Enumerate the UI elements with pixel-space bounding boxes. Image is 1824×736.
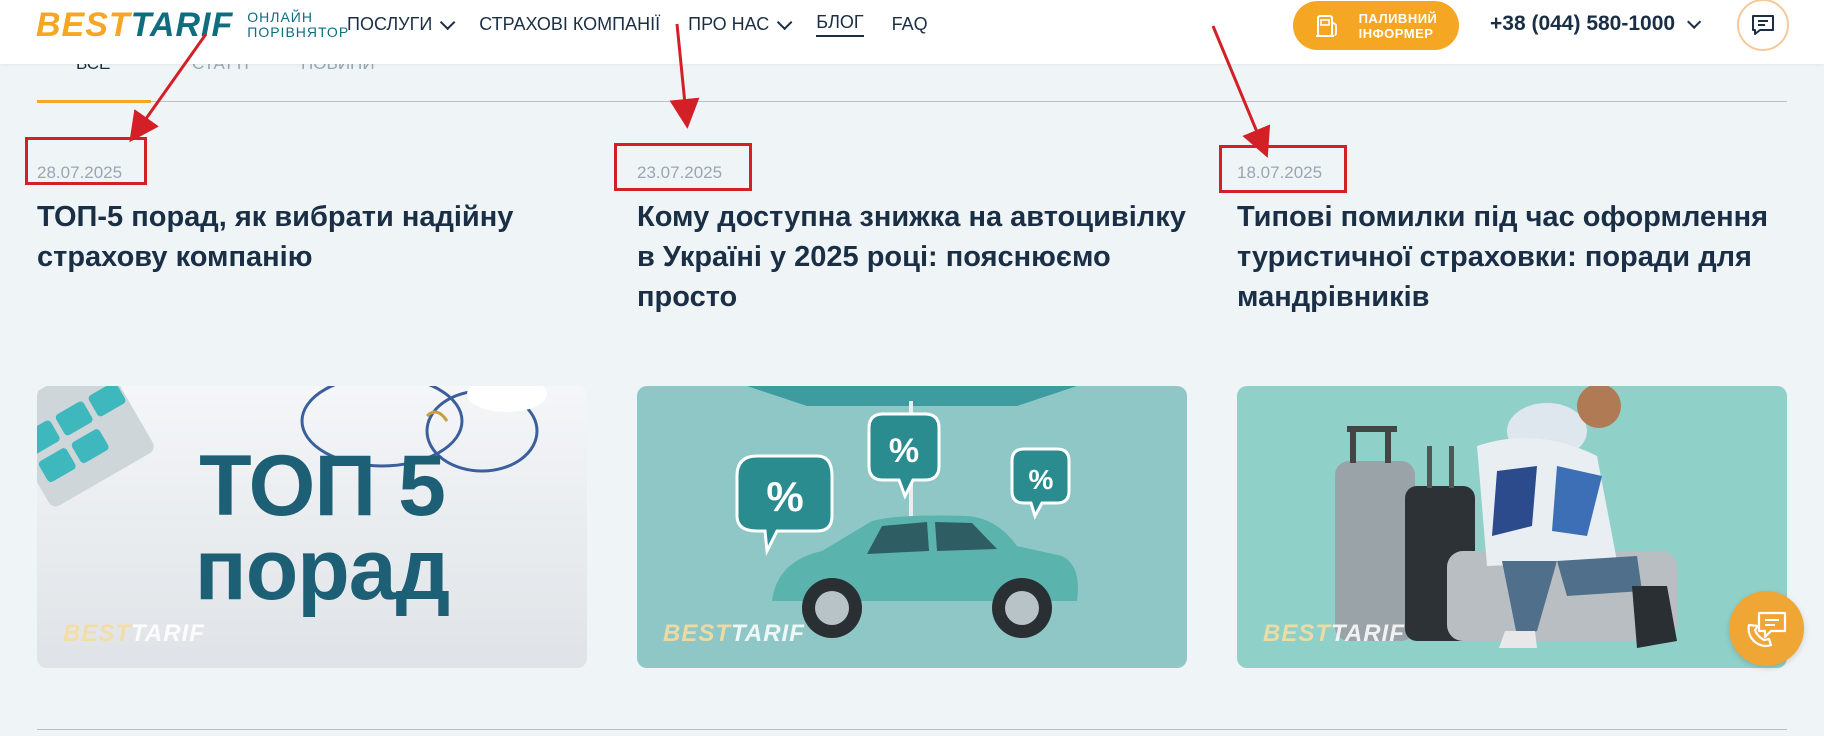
image-watermark: BESTTARIF [663, 620, 805, 648]
logo-wordmark: BESTTARIF [36, 6, 233, 45]
callback-chat-button[interactable] [1729, 591, 1804, 666]
nav-item-label: ПРО НАС [688, 14, 770, 34]
watermark-best: BEST [663, 620, 732, 647]
logo[interactable]: BESTTARIF ОНЛАЙН ПОРІВНЯТОР [36, 2, 349, 48]
nav-item-label: СТРАХОВІ КОМПАНІЇ [479, 14, 661, 34]
chevron-down-icon [777, 14, 793, 31]
article-date: 18.07.2025 [1237, 163, 1323, 182]
watermark-tarif: TARIF [731, 620, 805, 647]
main-nav: ПОСЛУГИ СТРАХОВІ КОМПАНІЇ ПРО НАС БЛОГ F… [347, 12, 956, 37]
nav-item-about[interactable]: ПРО НАС [688, 14, 793, 35]
image-headline-line1: ТОП 5 [199, 438, 446, 534]
watermark-best: BEST [1263, 620, 1332, 647]
fuel-label-line2: ІНФОРМЕР [1358, 25, 1434, 41]
logo-tarif: TARIF [130, 5, 234, 44]
nav-item-blog[interactable]: БЛОГ [816, 12, 864, 37]
article-image[interactable]: % % % BESTTARIF [637, 386, 1187, 668]
article-image[interactable]: ТОП 5 порад BESTTARIF [37, 386, 587, 668]
nav-item-insurers[interactable]: СТРАХОВІ КОМПАНІЇ [479, 14, 660, 35]
chat-button[interactable] [1737, 0, 1789, 51]
chevron-down-icon [1687, 14, 1702, 29]
article-title[interactable]: Кому доступна знижка на автоцивілку в Ук… [637, 197, 1187, 317]
phone-number: +38 (044) 580-1000 [1490, 12, 1676, 35]
image-headline-line2: порад [194, 522, 450, 618]
fuel-informer-button[interactable]: ПАЛИВНИЙ ІНФОРМЕР [1293, 1, 1459, 50]
article-image[interactable]: BESTTARIF [1237, 386, 1787, 668]
fuel-pump-icon [1315, 14, 1337, 37]
svg-text:%: % [1029, 464, 1054, 495]
svg-text:%: % [889, 432, 919, 470]
fuel-informer-label: ПАЛИВНИЙ ІНФОРМЕР [1359, 11, 1438, 41]
logo-subtitle-line1: ОНЛАЙН [247, 9, 313, 25]
image-watermark: BESTTARIF [1263, 620, 1405, 648]
nav-item-label: FAQ [891, 14, 928, 34]
image-headline: ТОП 5 порад [177, 438, 467, 618]
image-watermark: BESTTARIF [63, 620, 205, 648]
chevron-down-icon [440, 14, 456, 31]
section-divider [37, 729, 1787, 730]
nav-item-faq[interactable]: FAQ [892, 14, 928, 35]
phone-dropdown[interactable]: +38 (044) 580-1000 [1490, 12, 1702, 36]
fuel-label-line1: ПАЛИВНИЙ [1358, 10, 1438, 26]
watermark-tarif: TARIF [131, 620, 205, 647]
article-title[interactable]: Типові помилки під час оформлення турист… [1237, 197, 1787, 317]
phone-chat-icon [1747, 611, 1786, 647]
article-title[interactable]: ТОП-5 порад, як вибрати надійну страхову… [37, 197, 587, 277]
watermark-best: BEST [63, 620, 132, 647]
site-header: BESTTARIF ОНЛАЙН ПОРІВНЯТОР ПОСЛУГИ СТРА… [0, 0, 1824, 64]
active-tab-indicator [37, 100, 151, 103]
logo-best: BEST [36, 5, 131, 44]
svg-text:%: % [766, 473, 803, 520]
logo-subtitle: ОНЛАЙН ПОРІВНЯТОР [247, 10, 349, 40]
chat-icon [1752, 15, 1774, 35]
nav-item-services[interactable]: ПОСЛУГИ [347, 14, 456, 35]
nav-item-label: ПОСЛУГИ [347, 14, 433, 34]
watermark-tarif: TARIF [1331, 620, 1405, 647]
article-date: 23.07.2025 [637, 163, 723, 182]
article-date: 28.07.2025 [37, 163, 123, 182]
logo-subtitle-line2: ПОРІВНЯТОР [247, 24, 350, 40]
nav-item-label: БЛОГ [816, 12, 864, 37]
